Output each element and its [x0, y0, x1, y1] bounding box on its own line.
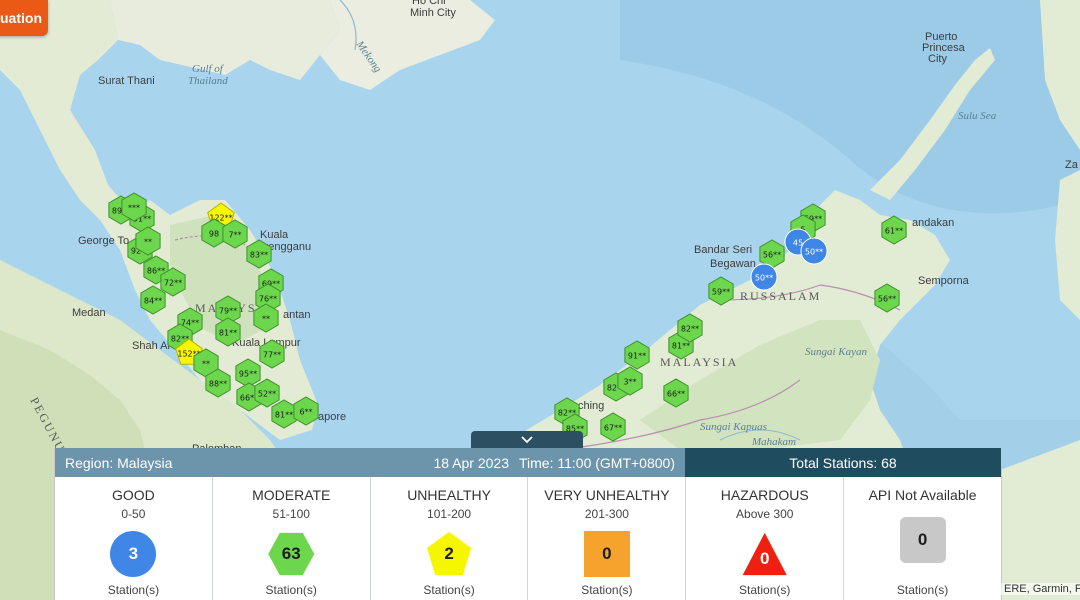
- marker-value: 79**: [219, 307, 237, 316]
- map-label-water: Sulu Sea: [958, 110, 997, 122]
- marker-value: 59**: [712, 288, 730, 297]
- category-range: 201-300: [584, 507, 629, 521]
- total-stations: Total Stations: 68: [685, 448, 1001, 477]
- marker-value: 88**: [209, 380, 227, 389]
- marker-value: 56**: [878, 295, 896, 304]
- category-range: 0-50: [121, 507, 146, 521]
- station-marker-good[interactable]: 50**: [800, 237, 828, 265]
- marker-value: 61**: [885, 227, 903, 236]
- category-range: 101-200: [427, 507, 472, 521]
- good-count-badge: 3: [110, 531, 157, 577]
- marker-value: 52**: [258, 390, 276, 399]
- map-label-city: Minh City: [410, 7, 456, 19]
- map-label-water: Thailand: [188, 75, 228, 87]
- situation-button-label: uation: [0, 10, 42, 26]
- map-label-water: Sungai Kapuas: [700, 421, 767, 433]
- map-label-city: antan: [283, 309, 311, 321]
- marker-value: 91**: [628, 352, 646, 361]
- marker-value: 98: [209, 230, 219, 239]
- category-name: UNHEALTHY: [407, 487, 491, 503]
- station-marker-good[interactable]: 50**: [750, 263, 778, 291]
- marker-value: 81**: [672, 342, 690, 351]
- category-moderate[interactable]: MODERATE 51-100 63 Station(s): [213, 477, 371, 600]
- marker-value: 56**: [763, 251, 781, 260]
- map-label-city: Medan: [72, 307, 106, 319]
- marker-value: 66**: [667, 390, 685, 399]
- category-unit: Station(s): [739, 583, 791, 597]
- time-label: Time: 11:00 (GMT+0800): [518, 454, 675, 471]
- map-label-city: George To: [78, 235, 129, 247]
- moderate-count-badge: 63: [268, 532, 315, 576]
- category-unit: Station(s): [107, 583, 160, 597]
- map-label-water: Sungai Kayan: [805, 346, 868, 358]
- marker-value: 67**: [604, 424, 622, 433]
- marker-value: 6**: [299, 408, 312, 417]
- marker-value: 50**: [805, 248, 823, 257]
- category-range: Above 300: [736, 507, 794, 521]
- map-label-water: Mahakam: [751, 436, 796, 448]
- category-name: MODERATE: [252, 487, 331, 503]
- category-unit: Station(s): [896, 583, 949, 597]
- category-very-unhealthy[interactable]: VERY UNHEALTHY 201-300 0 Station(s): [528, 477, 687, 600]
- map-label-city: Shah Al: [132, 340, 170, 352]
- map-label-city: Ho Chi: [412, 0, 446, 7]
- map-label-city: Semporna: [918, 275, 970, 287]
- marker-value: 72**: [164, 279, 182, 288]
- unhealthy-count-badge: 2: [426, 531, 472, 576]
- marker-value: 76**: [259, 295, 277, 304]
- very-unhealthy-count-badge: 0: [583, 531, 630, 577]
- marker-value: 95**: [239, 370, 257, 379]
- marker-value: **: [144, 238, 152, 247]
- category-api-not-available[interactable]: API Not Available 0 Station(s): [844, 477, 1001, 600]
- map-label-city: Kuala: [260, 229, 289, 241]
- map-label-water: Gulf of: [192, 63, 225, 75]
- category-name: VERY UNHEALTHY: [544, 487, 670, 503]
- marker-value: **: [262, 315, 270, 324]
- category-name: API Not Available: [868, 487, 977, 503]
- category-unit: Station(s): [581, 583, 633, 597]
- map-label-city: apore: [318, 411, 346, 423]
- region-label: Region: Malaysia: [65, 454, 173, 471]
- na-count-badge: 0: [899, 517, 946, 563]
- marker-value: ***: [128, 204, 140, 213]
- hazardous-count-badge: 0: [742, 532, 787, 576]
- map-label-city: Bandar Seri: [694, 244, 752, 256]
- map-attribution: ERE, Garmin, FA: [1001, 583, 1080, 595]
- category-good[interactable]: GOOD 0-50 3 Station(s): [55, 477, 213, 600]
- category-unhealthy[interactable]: UNHEALTHY 101-200 2 Station(s): [371, 477, 529, 600]
- map-label-city: Za: [1065, 159, 1079, 171]
- map-label-country: MALAYSIA: [660, 355, 738, 369]
- map-label-country: RUSSALAM: [740, 289, 821, 303]
- marker-value: 82**: [681, 325, 699, 334]
- map-label-city: City: [928, 53, 947, 65]
- marker-value: 84**: [144, 297, 162, 306]
- marker-value: 77**: [263, 351, 281, 360]
- map-label-city: Begawan: [710, 258, 756, 270]
- air-quality-summary-panel: Region: Malaysia 18 Apr 2023 Time: 11:00…: [54, 448, 1002, 600]
- category-name: GOOD: [112, 487, 155, 503]
- date-label: 18 Apr 2023: [433, 454, 509, 471]
- map-label-city: andakan: [912, 217, 954, 229]
- category-unit: Station(s): [265, 583, 317, 597]
- marker-value: 81**: [219, 329, 237, 338]
- marker-value: 83**: [250, 251, 268, 260]
- region-bar: Region: Malaysia 18 Apr 2023 Time: 11:00…: [55, 448, 685, 477]
- category-name: HAZARDOUS: [720, 487, 809, 503]
- marker-value: 81**: [275, 411, 293, 420]
- marker-value: 3**: [623, 378, 636, 387]
- category-range: 51-100: [272, 507, 310, 521]
- collapse-panel-button[interactable]: [471, 431, 583, 448]
- chevron-down-icon: [521, 435, 533, 443]
- category-hazardous[interactable]: HAZARDOUS Above 300 0 Station(s): [686, 477, 845, 600]
- category-unit: Station(s): [423, 583, 475, 597]
- map-label-city: Surat Thani: [98, 75, 155, 87]
- map-label-city: ching: [578, 400, 604, 412]
- marker-value: 7**: [228, 231, 241, 240]
- marker-value: 50**: [755, 274, 773, 283]
- marker-value: **: [202, 360, 210, 369]
- situation-button[interactable]: uation: [0, 0, 48, 36]
